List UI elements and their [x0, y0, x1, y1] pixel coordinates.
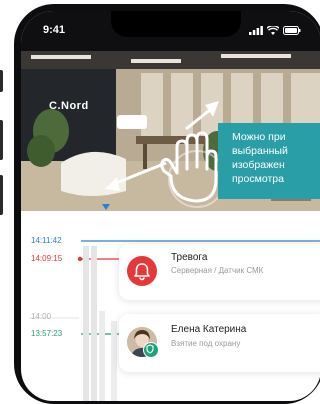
alarm-badge: [127, 256, 157, 286]
event-timeline[interactable]: 14:11:42 14:09:15 14:00 13:57:23 Тревога…: [21, 216, 320, 401]
left-edge-fragment: [0, 70, 3, 92]
event-title: Тревога: [171, 252, 208, 263]
status-bar: 9:41: [21, 11, 320, 51]
wifi-icon: [267, 26, 279, 35]
left-edge-fragment: [0, 120, 3, 160]
tooltip-line: Можно при: [232, 131, 286, 143]
shield-icon: [145, 343, 154, 354]
timeline-time-label: 14:09:15: [31, 254, 63, 263]
tooltip-line: выбранный: [232, 145, 288, 157]
tooltip-line: просмотра: [232, 173, 284, 185]
timeline-time-label: 14:11:42: [31, 236, 62, 245]
event-subtitle: Серверная / Датчик СМК: [171, 266, 264, 275]
notch: [111, 11, 241, 37]
tooltip-line: изображен: [232, 159, 285, 171]
event-card-guard[interactable]: Елена Катерина Взятие под охрану: [119, 314, 320, 372]
status-time: 9:41: [43, 24, 66, 36]
status-icons: [249, 26, 301, 35]
timeline-position-marker: [102, 204, 110, 210]
battery-icon: [283, 26, 301, 35]
bell-icon: [134, 263, 150, 281]
timeline-time-label: 14:00: [31, 312, 52, 321]
event-subtitle: Взятие под охрану: [171, 339, 241, 348]
event-title: Елена Катерина: [171, 324, 247, 335]
signal-icon: [249, 26, 263, 35]
gesture-hint-tooltip: Можно при выбранный изображен просмотра: [218, 123, 320, 199]
company-sign: C.Nord: [49, 100, 89, 112]
timeline-time-label: 13:57:23: [31, 329, 63, 338]
guard-status-badge: [143, 342, 159, 358]
phone-screen: 9:41 C.Nord Можно при выбранный изображе…: [21, 11, 320, 401]
left-edge-fragment: [0, 175, 3, 215]
event-card-alarm[interactable]: Тревога Серверная / Датчик СМК: [119, 244, 320, 300]
